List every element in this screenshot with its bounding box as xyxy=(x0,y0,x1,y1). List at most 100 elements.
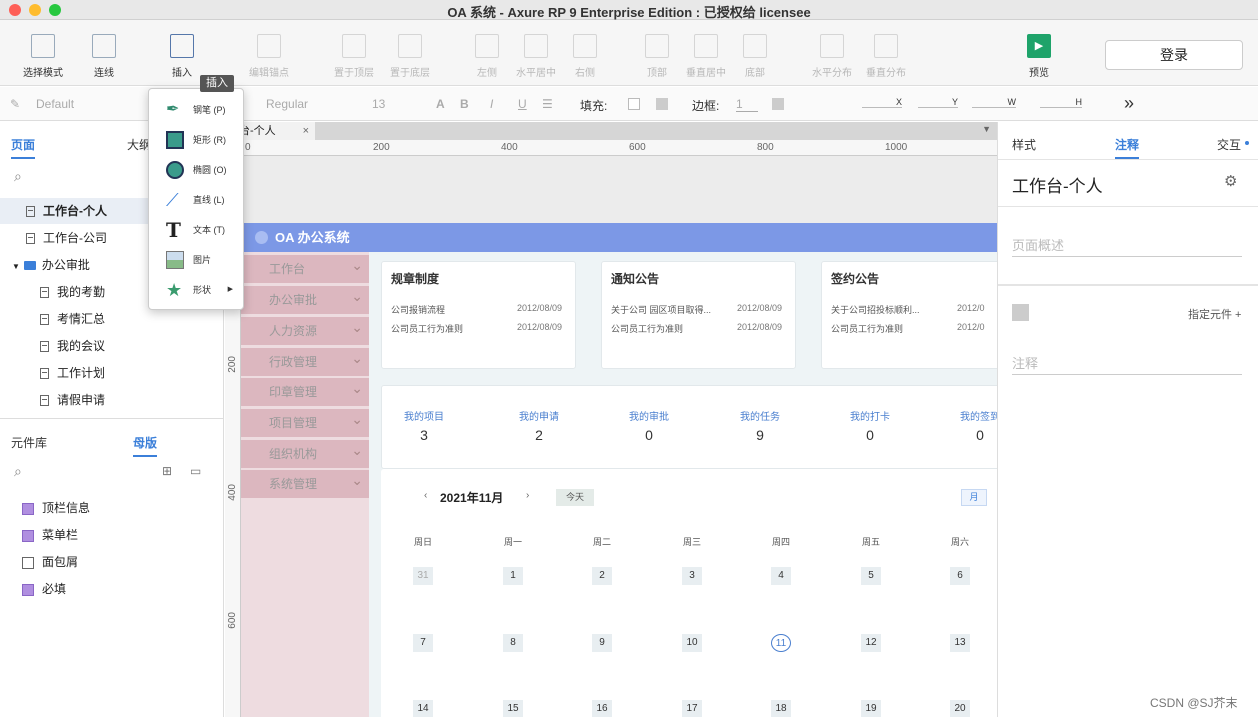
stat-requests[interactable]: 我的申请 2 xyxy=(494,408,584,443)
calendar-day[interactable]: 3 xyxy=(682,567,702,585)
tab-notes[interactable]: 注释 xyxy=(1115,136,1140,159)
menu-workbench[interactable]: 工作台 xyxy=(241,251,369,283)
align-center-button[interactable]: 水平居中 xyxy=(512,34,560,79)
calendar-day[interactable]: 10 xyxy=(682,634,702,652)
next-month-icon[interactable]: › xyxy=(526,490,529,501)
h-input[interactable]: H xyxy=(1040,97,1082,108)
insert-image[interactable]: 图片 xyxy=(149,245,243,275)
calendar-day[interactable]: 7 xyxy=(413,634,433,652)
search-icon[interactable]: ⌕ xyxy=(14,463,22,480)
page-description-input[interactable]: 页面概述 xyxy=(1012,235,1242,257)
w-input[interactable]: W xyxy=(972,97,1016,108)
menu-system[interactable]: 系统管理 xyxy=(241,466,369,498)
stat-signin[interactable]: 我的签到 0 xyxy=(935,408,997,443)
login-button[interactable]: 登录 xyxy=(1105,40,1243,70)
notes-input[interactable]: 注释 xyxy=(1012,353,1242,375)
insert-shape[interactable]: ★ 形状 ▶ xyxy=(149,275,243,305)
month-view-button[interactable]: 月 xyxy=(961,489,987,506)
insert-line[interactable]: ⟋ 直线 (L) xyxy=(149,185,243,215)
bring-front-button[interactable]: 置于顶层 xyxy=(330,34,378,79)
menu-seal[interactable]: 印章管理 xyxy=(241,374,369,406)
more-chevron-icon[interactable]: » xyxy=(1124,93,1134,114)
calendar-day[interactable]: 8 xyxy=(503,634,523,652)
page-item[interactable]: 请假申请 xyxy=(0,387,224,413)
edit-points-button[interactable]: 编辑锚点 xyxy=(244,34,294,79)
align-top-button[interactable]: 顶部 xyxy=(640,34,674,79)
bold-icon[interactable]: B xyxy=(460,97,469,111)
font-color-icon[interactable]: A xyxy=(436,97,445,111)
menu-approval[interactable]: 办公审批 xyxy=(241,282,369,314)
border-width-input[interactable]: 1 xyxy=(736,97,758,112)
calendar-day[interactable]: 9 xyxy=(592,634,612,652)
distribute-h-button[interactable]: 水平分布 xyxy=(808,34,856,79)
page-item[interactable]: 工作计划 xyxy=(0,360,224,386)
border-color-swatch[interactable] xyxy=(772,98,784,110)
insert-text[interactable]: T 文本 (T) xyxy=(149,215,243,245)
master-item[interactable]: 菜单栏 xyxy=(0,522,224,548)
calendar-day[interactable]: 17 xyxy=(682,700,702,717)
align-middle-button[interactable]: 垂直居中 xyxy=(682,34,730,79)
today-button[interactable]: 今天 xyxy=(556,489,594,506)
stat-tasks[interactable]: 我的任务 9 xyxy=(715,408,805,443)
note-color-swatch[interactable] xyxy=(1012,304,1029,321)
calendar-day[interactable]: 18 xyxy=(771,700,791,717)
align-right-button[interactable]: 右侧 xyxy=(568,34,602,79)
close-tab-icon[interactable]: × xyxy=(303,122,309,140)
style-select[interactable]: Default xyxy=(36,97,74,111)
fill-shadow-swatch[interactable] xyxy=(656,98,668,110)
master-item[interactable]: 顶栏信息 xyxy=(0,495,224,521)
menu-admin[interactable]: 行政管理 xyxy=(241,344,369,376)
x-input[interactable]: X xyxy=(862,97,902,108)
insert-button[interactable]: 插入 xyxy=(162,34,202,79)
calendar-day[interactable]: 4 xyxy=(771,567,791,585)
calendar-day[interactable]: 6 xyxy=(950,567,970,585)
stat-approvals[interactable]: 我的审批 0 xyxy=(604,408,694,443)
calendar-day[interactable]: 1 xyxy=(503,567,523,585)
tab-dropdown-icon[interactable]: ▼ xyxy=(982,124,991,134)
calendar-day[interactable]: 13 xyxy=(950,634,970,652)
master-item[interactable]: 必填 xyxy=(0,576,224,602)
italic-icon[interactable]: I xyxy=(490,97,493,111)
calendar-day[interactable]: 20 xyxy=(950,700,970,717)
select-mode-button[interactable]: 选择模式 xyxy=(18,34,68,79)
gear-icon[interactable]: ⚙ xyxy=(1224,172,1237,190)
distribute-v-button[interactable]: 垂直分布 xyxy=(862,34,910,79)
align-left-button[interactable]: 左侧 xyxy=(470,34,504,79)
add-folder-icon[interactable]: ▭ xyxy=(190,464,201,478)
menu-org[interactable]: 组织机构 xyxy=(241,436,369,468)
assign-widget-button[interactable]: 指定元件 + xyxy=(1188,306,1241,322)
font-weight-select[interactable]: Regular xyxy=(266,97,308,111)
calendar-day[interactable]: 19 xyxy=(861,700,881,717)
page-item[interactable]: 我的会议 xyxy=(0,333,224,359)
tab-masters[interactable]: 母版 xyxy=(133,434,158,457)
add-master-icon[interactable]: ⊞ xyxy=(162,464,172,478)
tab-pages[interactable]: 页面 xyxy=(11,136,36,159)
fill-color-swatch[interactable] xyxy=(628,98,640,110)
y-input[interactable]: Y xyxy=(918,97,958,108)
insert-rectangle[interactable]: 矩形 (R) xyxy=(149,125,243,155)
align-bottom-button[interactable]: 底部 xyxy=(738,34,772,79)
stat-clockin[interactable]: 我的打卡 0 xyxy=(825,408,915,443)
tab-library[interactable]: 元件库 xyxy=(11,434,47,451)
prev-month-icon[interactable]: ‹ xyxy=(424,490,427,501)
master-item[interactable]: 面包屑 xyxy=(0,549,224,575)
menu-project[interactable]: 项目管理 xyxy=(241,405,369,437)
calendar-day[interactable]: 14 xyxy=(413,700,433,717)
preview-button[interactable]: ▶ 预览 xyxy=(1022,34,1056,79)
send-back-button[interactable]: 置于底层 xyxy=(386,34,434,79)
canvas-area[interactable]: 台-个人 × ▼ 0 200 400 600 800 1000 200 400 6… xyxy=(225,122,997,717)
calendar-day[interactable]: 15 xyxy=(503,700,523,717)
calendar-day-today[interactable]: 11 xyxy=(771,634,791,652)
calendar-day[interactable]: 2 xyxy=(592,567,612,585)
insert-ellipse[interactable]: 椭圆 (O) xyxy=(149,155,243,185)
search-icon[interactable]: ⌕ xyxy=(14,168,22,185)
tab-style[interactable]: 样式 xyxy=(1012,136,1036,153)
list-icon[interactable]: ☰ xyxy=(542,97,553,111)
stat-projects[interactable]: 我的项目 3 xyxy=(379,408,469,443)
connect-button[interactable]: 连线 xyxy=(84,34,124,79)
insert-pen[interactable]: ✒ 钢笔 (P) xyxy=(149,95,243,125)
calendar-day[interactable]: 16 xyxy=(592,700,612,717)
tab-interactions[interactable]: 交互 xyxy=(1217,136,1241,153)
underline-icon[interactable]: U xyxy=(518,97,527,111)
menu-hr[interactable]: 人力资源 xyxy=(241,313,369,345)
